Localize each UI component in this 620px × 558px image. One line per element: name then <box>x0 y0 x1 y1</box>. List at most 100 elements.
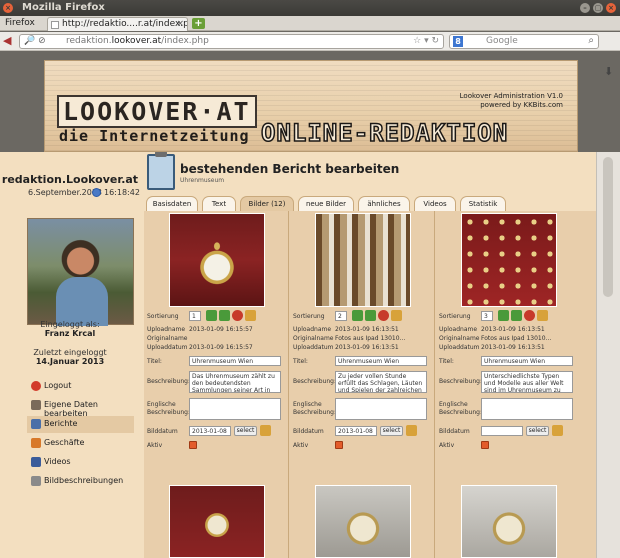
image-thumbnail[interactable] <box>461 485 557 558</box>
tab-basisdaten[interactable]: Basisdaten <box>146 196 198 211</box>
back-arrow-icon[interactable]: ◀ <box>3 34 11 47</box>
edit-pencil-icon[interactable] <box>552 425 563 436</box>
search-bar[interactable]: 8 Google ⌕ <box>449 34 599 49</box>
image-date-input[interactable]: 2013-01-08 <box>335 426 377 436</box>
browser-tab[interactable]: http://redaktio....r.at/index.php × <box>47 17 188 31</box>
url-prefix: redaktion. <box>66 36 112 46</box>
new-tab-button[interactable]: + <box>192 18 205 29</box>
move-up-icon[interactable] <box>365 310 376 321</box>
admin-title: Lookover Administration V1.0 <box>459 92 563 100</box>
logo-tagline: die Internetzeitung <box>59 127 250 145</box>
image-date-input[interactable]: 2013-01-08 <box>189 426 231 436</box>
select-date-button[interactable]: select <box>380 426 403 436</box>
main-content: bestehenden Bericht bearbeiten Uhrenmuse… <box>144 152 596 558</box>
sidebar-item-label: Logout <box>44 381 72 390</box>
site-identity-icon[interactable]: 🔎 ⊘ <box>24 36 46 46</box>
sidebar-item-geschaefte[interactable]: Geschäfte <box>27 435 134 452</box>
title-label: Titel: <box>293 358 308 365</box>
active-checkbox[interactable] <box>481 441 489 449</box>
page-scrollbar[interactable] <box>596 152 620 558</box>
upload-name-value: 2013-01-09 16:13:51 <box>335 326 399 333</box>
edit-pencil-icon[interactable] <box>260 425 271 436</box>
move-up-icon[interactable] <box>219 310 230 321</box>
sidebar-item-label: Geschäfte <box>44 438 85 447</box>
page-title: bestehenden Bericht bearbeiten <box>180 162 400 176</box>
scrollbar-thumb[interactable] <box>603 157 613 297</box>
search-icon[interactable]: ⌕ <box>588 35 594 46</box>
title-input[interactable]: Uhrenmuseum Wien <box>481 356 573 366</box>
move-down-icon[interactable] <box>352 310 363 321</box>
download-icon[interactable]: ⬇ <box>604 65 613 78</box>
upload-name-label: Uploadname <box>293 326 332 333</box>
tab-statistik[interactable]: Statistik <box>460 196 506 211</box>
image-date-input[interactable] <box>481 426 523 436</box>
video-icon <box>31 457 41 467</box>
maximize-window-icon[interactable]: ▢ <box>593 3 603 13</box>
active-label: Aktiv <box>147 442 163 449</box>
tab-text[interactable]: Text <box>202 196 236 211</box>
edit-pencil-icon[interactable] <box>406 425 417 436</box>
sidebar-time: 16:18:42 <box>104 188 140 197</box>
image-date-label: Bilddatum <box>439 428 470 435</box>
sidebar-item-label: Videos <box>44 457 71 466</box>
sidebar-item-logout[interactable]: Logout <box>27 378 134 395</box>
upload-date-value: 2013-01-09 16:13:51 <box>335 344 399 351</box>
sidebar-item-label: Bildbeschreibungen <box>44 476 124 485</box>
description-textarea[interactable]: Das Uhrenmuseum zählt zu den bedeutendst… <box>189 371 281 393</box>
sidebar-item-berichte[interactable]: Berichte <box>27 416 134 433</box>
tab-videos[interactable]: Videos <box>414 196 456 211</box>
clock-icon <box>92 188 101 197</box>
delete-icon[interactable] <box>232 310 243 321</box>
english-description-textarea[interactable] <box>335 398 427 420</box>
tab-aehnliches[interactable]: ähnliches <box>358 196 410 211</box>
close-window-icon[interactable]: × <box>606 3 616 13</box>
english-description-textarea[interactable] <box>189 398 281 420</box>
move-down-icon[interactable] <box>206 310 217 321</box>
active-checkbox[interactable] <box>335 441 343 449</box>
sort-input[interactable]: 2 <box>335 311 347 321</box>
image-thumbnail[interactable] <box>169 213 265 307</box>
description-textarea[interactable]: Unterschiedlichste Typen und Modelle aus… <box>481 371 573 393</box>
sort-input[interactable]: 1 <box>189 311 201 321</box>
tab-bilder[interactable]: Bilder (12) <box>240 196 294 211</box>
logged-in-user: Franz Krcal <box>44 329 96 338</box>
sidebar-item-videos[interactable]: Videos <box>27 454 134 471</box>
description-textarea[interactable]: Zu jeder vollen Stunde erfüllt das Schla… <box>335 371 427 393</box>
image-thumbnail[interactable] <box>315 213 411 307</box>
english-description-textarea[interactable] <box>481 398 573 420</box>
page-favicon-icon <box>51 21 59 29</box>
sidebar-item-label: Berichte <box>44 419 78 428</box>
active-checkbox[interactable] <box>189 441 197 449</box>
image-thumbnail[interactable] <box>315 485 411 558</box>
title-input[interactable]: Uhrenmuseum Wien <box>335 356 427 366</box>
close-window-icon[interactable]: × <box>3 3 13 13</box>
move-down-icon[interactable] <box>498 310 509 321</box>
image-thumbnail[interactable] <box>169 485 265 558</box>
sidebar-item-bildbeschreibungen[interactable]: Bildbeschreibungen <box>27 473 134 490</box>
delete-icon[interactable] <box>378 310 389 321</box>
edit-pencil-icon[interactable] <box>245 310 256 321</box>
title-input[interactable]: Uhrenmuseum Wien <box>189 356 281 366</box>
orig-name-label: Originalname <box>293 335 334 342</box>
move-up-icon[interactable] <box>511 310 522 321</box>
sidebar-item-eigene-daten[interactable]: Eigene Daten bearbeiten <box>27 397 134 418</box>
close-tab-icon[interactable]: × <box>176 19 184 29</box>
clipboard-icon <box>147 152 175 190</box>
search-engine-icon[interactable]: 8 <box>453 36 463 47</box>
image-thumbnail[interactable] <box>461 213 557 307</box>
edit-pencil-icon[interactable] <box>537 310 548 321</box>
edit-pencil-icon[interactable] <box>391 310 402 321</box>
minimize-window-icon[interactable]: – <box>580 3 590 13</box>
tab-neue-bilder[interactable]: neue Bilder <box>298 196 354 211</box>
url-bar[interactable]: 🔎 ⊘ redaktion.lookover.at/index.php ☆ ▾ … <box>19 34 444 49</box>
select-date-button[interactable]: select <box>526 426 549 436</box>
select-date-button[interactable]: select <box>234 426 257 436</box>
logout-icon <box>31 381 41 391</box>
sort-input[interactable]: 3 <box>481 311 493 321</box>
upload-name-label: Uploadname <box>147 326 186 333</box>
sort-label: Sortierung <box>439 313 471 320</box>
bookmark-star-icon[interactable]: ☆ ▾ ↻ <box>413 36 439 46</box>
firefox-menu-button[interactable]: Firefox <box>5 18 35 28</box>
image-card <box>436 481 581 558</box>
delete-icon[interactable] <box>524 310 535 321</box>
